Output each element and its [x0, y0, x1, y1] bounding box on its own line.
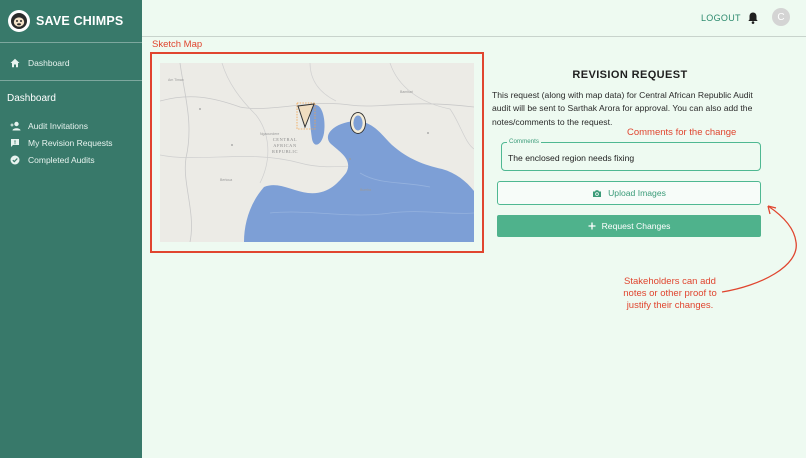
home-icon [9, 57, 21, 69]
add-user-icon [9, 120, 21, 132]
feedback-icon [9, 137, 21, 149]
logout-link[interactable]: LOGOUT [701, 13, 741, 23]
brand-name: SAVE CHIMPS [36, 14, 124, 28]
brand[interactable]: SAVE CHIMPS [0, 0, 142, 42]
sidebar: SAVE CHIMPS Dashboard Dashboard Audit In… [0, 0, 142, 458]
sidebar-item-label: Audit Invitations [28, 120, 89, 131]
stakeholders-annotation: Stakeholders can add notes or other proo… [612, 276, 728, 312]
stakeholders-annotation-line: justify their changes. [626, 300, 714, 311]
annotation-arrow-icon [721, 205, 797, 293]
sidebar-item-my-revision-requests[interactable]: My Revision Requests [0, 134, 142, 151]
camera-icon [592, 189, 602, 198]
comments-annotation: Comments for the change [627, 127, 737, 138]
chimp-logo-icon [8, 10, 30, 32]
svg-text:Bambari: Bambari [400, 90, 413, 94]
map-country-label-line2: AFRICAN [273, 143, 297, 148]
sidebar-item-label: My Revision Requests [28, 137, 113, 148]
upload-images-label: Upload Images [608, 188, 666, 198]
svg-text:Bertoua: Bertoua [220, 178, 232, 182]
plus-icon [588, 222, 596, 230]
sidebar-item-label: Completed Audits [28, 154, 95, 165]
sketch-map-annotation: Sketch Map [152, 39, 203, 50]
avatar[interactable]: C [772, 8, 790, 26]
svg-text:Bumba: Bumba [360, 188, 371, 192]
sidebar-item-completed-audits[interactable]: Completed Audits [0, 151, 142, 168]
comments-label: Comments [507, 138, 541, 145]
comments-input[interactable] [508, 153, 753, 163]
comments-field[interactable]: Comments [501, 138, 761, 171]
stakeholders-annotation-line: Stakeholders can add [624, 276, 716, 287]
stakeholders-annotation-line: notes or other proof to [623, 288, 717, 299]
sidebar-item-label: Dashboard [28, 58, 70, 68]
check-circle-icon [9, 154, 21, 166]
sidebar-section-title: Dashboard [7, 92, 56, 104]
request-changes-label: Request Changes [601, 221, 671, 231]
revision-request-title: REVISION REQUEST [572, 69, 688, 81]
sketch-map[interactable]: Am Timan Ngaoundere Bambari Bertoua Bumb… [160, 63, 474, 242]
map-country-label-line1: CENTRAL [273, 137, 297, 142]
svg-text:Ngaoundere: Ngaoundere [260, 132, 279, 136]
sidebar-item-audit-invitations[interactable]: Audit Invitations [0, 117, 142, 134]
map-country-label-line3: REPUBLIC [272, 149, 298, 154]
sidebar-item-dashboard[interactable]: Dashboard [0, 53, 142, 73]
svg-text:Am Timan: Am Timan [168, 78, 184, 82]
topbar: LOGOUT C [142, 0, 806, 37]
bell-icon[interactable] [746, 11, 760, 25]
revision-request-description: This request (along with map data) for C… [492, 90, 753, 127]
